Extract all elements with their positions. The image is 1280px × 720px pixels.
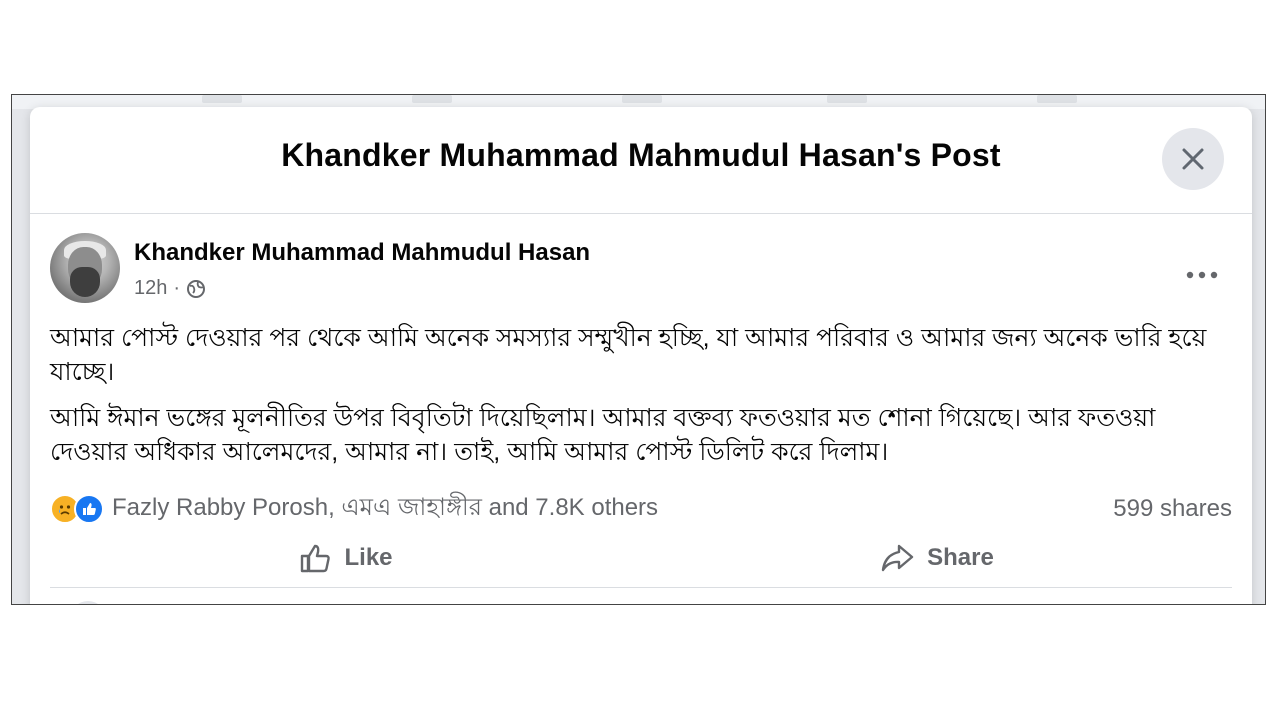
dialog-header: Khandker Muhammad Mahmudul Hasan's Post	[30, 107, 1252, 214]
comment-avatar-peek	[70, 601, 106, 604]
globe-icon[interactable]	[186, 279, 206, 299]
reaction-icons[interactable]	[50, 494, 104, 524]
dialog-title: Khandker Muhammad Mahmudul Hasan's Post	[281, 137, 1001, 173]
author-avatar[interactable]	[50, 233, 120, 303]
screenshot-frame: Khandker Muhammad Mahmudul Hasan's Post …	[11, 94, 1266, 605]
post-dialog: Khandker Muhammad Mahmudul Hasan's Post …	[30, 107, 1252, 604]
post-body: আমার পোস্ট দেওয়ার পর থেকে আমি অনেক সমস্…	[50, 321, 1222, 481]
background-nav-item	[622, 95, 662, 103]
close-icon	[1182, 148, 1204, 170]
post-paragraph: আমি ঈমান ভঙ্গের মূলনীতির উপর বিবৃতিটা দি…	[50, 404, 1156, 466]
close-button[interactable]	[1162, 128, 1224, 190]
more-options-icon	[1186, 271, 1218, 279]
meta-separator: ·	[173, 277, 181, 299]
share-label: Share	[927, 544, 994, 571]
like-label: Like	[344, 544, 393, 571]
post-actions: Like Share	[50, 531, 1232, 585]
background-nav-item	[1037, 95, 1077, 103]
reaction-summary[interactable]: Fazly Rabby Porosh, এমএ জাহাঙ্গীর and 7.…	[112, 489, 658, 529]
like-button[interactable]: Like	[50, 531, 641, 585]
post-paragraph: আমার পোস্ট দেওয়ার পর থেকে আমি অনেক সমস্…	[50, 324, 1207, 386]
background-nav-item	[202, 95, 242, 103]
post-timestamp[interactable]: 12h	[134, 277, 167, 300]
share-count[interactable]: 599 shares	[1113, 495, 1232, 523]
post-meta: 12h ·	[134, 277, 206, 300]
like-reaction-icon	[74, 494, 104, 524]
actions-divider	[50, 587, 1232, 588]
author-name[interactable]: Khandker Muhammad Mahmudul Hasan	[134, 239, 590, 267]
post-header: Khandker Muhammad Mahmudul Hasan 12h ·	[50, 233, 1232, 313]
share-icon	[881, 544, 914, 572]
like-icon	[301, 544, 331, 573]
avatar-beard	[70, 267, 100, 297]
more-options-button[interactable]	[1182, 255, 1222, 295]
background-nav-item	[827, 95, 867, 103]
share-button[interactable]: Share	[641, 531, 1232, 585]
reactions-bar: Fazly Rabby Porosh, এমএ জাহাঙ্গীর and 7.…	[50, 489, 1232, 529]
background-nav-item	[412, 95, 452, 103]
